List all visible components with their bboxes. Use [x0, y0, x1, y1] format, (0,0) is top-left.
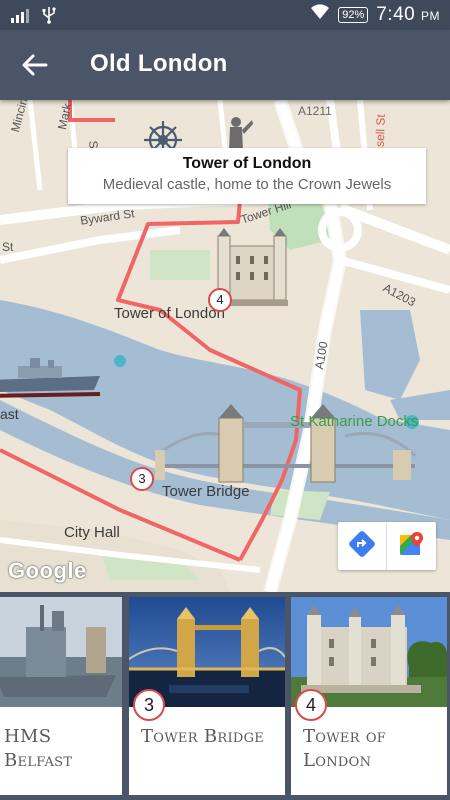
wifi-icon: [310, 4, 330, 26]
card-label: HMS Belfast: [4, 726, 73, 771]
card-label: Tower of London: [303, 726, 387, 771]
clock: 7:40 PM: [376, 4, 440, 26]
app-bar: Old London: [0, 30, 450, 100]
clock-ampm: PM: [421, 9, 440, 23]
directions-icon: [349, 530, 375, 562]
back-arrow-icon[interactable]: [20, 50, 50, 80]
card-number-badge: 4: [295, 689, 327, 721]
signal-icon: [10, 7, 32, 28]
place-card-tower-bridge[interactable]: 3 Tower Bridge: [129, 597, 285, 795]
map-view[interactable]: Mincing L Seeth Mark Ln Byward St Tower …: [0, 100, 450, 592]
google-logo: Google: [8, 558, 87, 583]
card-number-badge: 3: [133, 689, 165, 721]
place-cards-strip[interactable]: HMS Belfast 3 Tower Bridge 4 Tower of Lo…: [0, 592, 450, 800]
place-hms-belfast-partial[interactable]: ast: [0, 406, 19, 422]
map-pin-3[interactable]: 3: [130, 467, 154, 491]
place-card-hms-belfast[interactable]: HMS Belfast: [0, 597, 122, 795]
clock-time: 7:40: [376, 4, 416, 25]
directions-button[interactable]: [338, 522, 387, 570]
street-label: St: [2, 240, 14, 254]
road-label-a1211: A1211: [298, 104, 332, 118]
card-label: Tower Bridge: [141, 726, 265, 747]
place-city-hall[interactable]: City Hall: [64, 524, 120, 541]
page-title: Old London: [90, 50, 228, 77]
google-maps-icon: [399, 531, 425, 562]
map-info-window[interactable]: Tower of London Medieval castle, home to…: [68, 148, 426, 204]
place-st-katharine-docks[interactable]: St Katharine Docks: [290, 413, 418, 430]
hms-belfast-photo: [0, 597, 122, 707]
info-window-title: Tower of London: [182, 155, 312, 172]
open-in-maps-button[interactable]: [387, 522, 436, 570]
map-toolbar: [338, 522, 436, 570]
info-window-subtitle: Medieval castle, home to the Crown Jewel…: [102, 176, 392, 193]
place-tower-bridge[interactable]: Tower Bridge: [162, 483, 250, 500]
place-tower-of-london[interactable]: Tower of London: [114, 305, 225, 322]
battery-indicator: 92%: [338, 7, 369, 23]
status-bar: 92% 7:40 PM: [0, 0, 450, 30]
usb-icon: [42, 6, 56, 29]
map-pin-4[interactable]: 4: [208, 288, 232, 312]
place-card-tower-of-london[interactable]: 4 Tower of London: [291, 597, 447, 795]
